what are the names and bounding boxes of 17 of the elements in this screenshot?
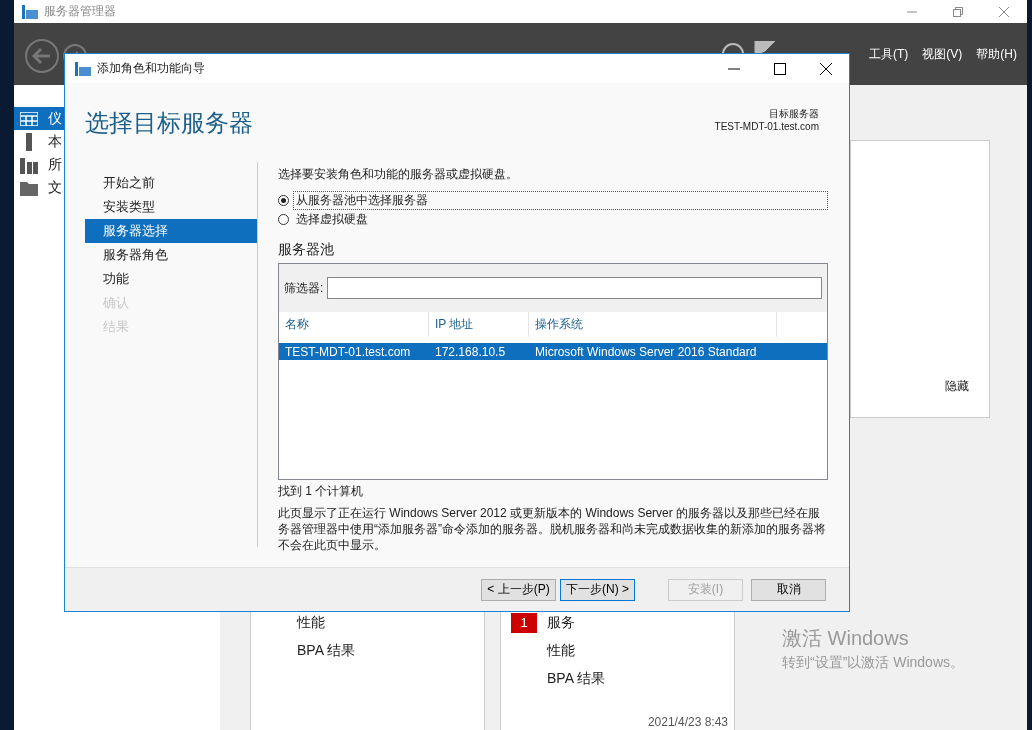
result-count: 找到 1 个计算机 [278, 483, 365, 500]
alert-count: 1 [511, 613, 537, 633]
target-server: TEST-MDT-01.test.com [714, 121, 819, 132]
target-label: 目标服务器 [769, 107, 819, 121]
instruction-text: 选择要安装角色和功能的服务器或虚拟硬盘。 [278, 166, 519, 183]
description-text: 此页显示了正在运行 Windows Server 2012 或更新版本的 Windows Server 的服务器以及那些已经在服务器管理器中使用“添加服务器”命令添加的服务器。脱机服务器和尚未完成数据收集的新添加的服务器将不会在此页中显示。 [278, 505, 827, 553]
table-cell-text: Microsoft Windows Server 2016 Standard [534, 344, 758, 359]
activation-title: 激活 Windows [782, 626, 910, 651]
timestamp: 2021/4/23 8:43 [647, 715, 728, 729]
table-cell-text: TEST-MDT-01.test.com [284, 344, 412, 359]
window-title: 服务器管理器 [44, 3, 116, 20]
section-label: 服务器池 [278, 241, 335, 259]
filter-label: 筛选器: [284, 279, 324, 297]
page-heading: 选择目标服务器 [85, 108, 253, 138]
table-cell-text: 172.168.10.5 [434, 344, 507, 359]
dialog-title: 添加角色和功能向导 [97, 60, 205, 77]
activation-text: 转到“设置”以激活 Windows。 [782, 654, 964, 672]
